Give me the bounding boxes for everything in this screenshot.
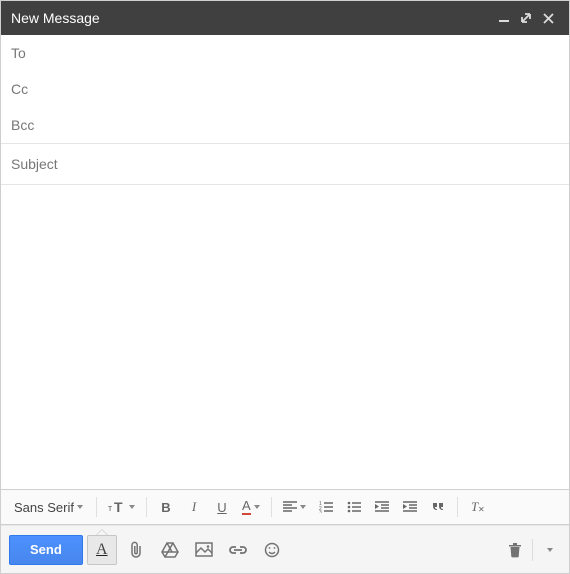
chevron-down-icon bbox=[129, 505, 135, 509]
text-color-icon: A bbox=[242, 499, 251, 515]
svg-text:т: т bbox=[108, 503, 112, 513]
insert-photo-button[interactable] bbox=[189, 535, 219, 565]
separator bbox=[532, 539, 533, 561]
cc-field-row[interactable]: Cc bbox=[1, 71, 569, 107]
indent-more-icon bbox=[403, 501, 417, 513]
insert-drive-button[interactable] bbox=[155, 535, 185, 565]
subject-row bbox=[1, 144, 569, 184]
numbered-list-button[interactable]: 123 bbox=[313, 494, 339, 520]
separator bbox=[96, 497, 97, 517]
quote-button[interactable] bbox=[425, 494, 451, 520]
chevron-down-icon bbox=[547, 548, 553, 552]
font-family-select[interactable]: Sans Serif bbox=[7, 494, 90, 520]
remove-formatting-button[interactable]: T✕ bbox=[464, 494, 490, 520]
action-bar: Send A bbox=[1, 525, 569, 573]
numbered-list-icon: 123 bbox=[319, 501, 333, 513]
svg-text:T: T bbox=[114, 500, 123, 514]
chevron-down-icon bbox=[300, 505, 306, 509]
separator bbox=[146, 497, 147, 517]
text-color-button[interactable]: A bbox=[237, 494, 265, 520]
underline-button[interactable]: U bbox=[209, 494, 235, 520]
font-family-label: Sans Serif bbox=[14, 500, 74, 515]
to-field-row[interactable]: To bbox=[1, 35, 569, 71]
chevron-down-icon bbox=[77, 505, 83, 509]
drive-icon bbox=[161, 542, 179, 558]
to-label: To bbox=[11, 45, 26, 61]
discard-draft-button[interactable] bbox=[500, 535, 530, 565]
formatting-toggle-button[interactable]: A bbox=[87, 535, 117, 565]
separator bbox=[271, 497, 272, 517]
cc-label: Cc bbox=[11, 81, 28, 97]
separator bbox=[457, 497, 458, 517]
quote-icon bbox=[431, 501, 445, 513]
bold-button[interactable]: B bbox=[153, 494, 179, 520]
remove-formatting-icon: T✕ bbox=[469, 500, 485, 514]
attach-file-button[interactable] bbox=[121, 535, 151, 565]
indent-less-icon bbox=[375, 501, 389, 513]
recipient-fields: To Cc Bcc bbox=[1, 35, 569, 185]
bulleted-list-button[interactable] bbox=[341, 494, 367, 520]
font-size-icon: тT bbox=[108, 500, 126, 514]
align-button[interactable] bbox=[278, 494, 311, 520]
more-options-button[interactable] bbox=[539, 535, 561, 565]
compose-header: New Message bbox=[1, 1, 569, 35]
svg-text:✕: ✕ bbox=[478, 505, 485, 514]
font-size-select[interactable]: тT bbox=[103, 494, 140, 520]
format-toolbar: Sans Serif тT B I U A 123 bbox=[1, 489, 569, 525]
bcc-field-row[interactable]: Bcc bbox=[1, 107, 569, 143]
indent-less-button[interactable] bbox=[369, 494, 395, 520]
body-editor[interactable] bbox=[9, 191, 561, 483]
compose-window: New Message To Cc Bcc Sans S bbox=[0, 0, 570, 574]
italic-button[interactable]: I bbox=[181, 494, 207, 520]
close-icon[interactable] bbox=[537, 13, 559, 24]
insert-link-button[interactable] bbox=[223, 535, 253, 565]
emoji-icon bbox=[264, 542, 280, 558]
link-icon bbox=[228, 544, 248, 556]
indent-more-button[interactable] bbox=[397, 494, 423, 520]
send-button[interactable]: Send bbox=[9, 535, 83, 565]
trash-icon bbox=[508, 542, 522, 558]
minimize-icon[interactable] bbox=[493, 13, 515, 23]
subject-input[interactable] bbox=[11, 156, 559, 172]
bcc-label: Bcc bbox=[11, 117, 34, 133]
compose-title: New Message bbox=[11, 10, 493, 26]
svg-text:3: 3 bbox=[319, 510, 322, 513]
body-area bbox=[1, 185, 569, 489]
bulleted-list-icon bbox=[347, 501, 361, 513]
popout-icon[interactable] bbox=[515, 12, 537, 24]
chevron-down-icon bbox=[254, 505, 260, 509]
paperclip-icon bbox=[128, 541, 144, 559]
align-left-icon bbox=[283, 501, 297, 513]
insert-emoji-button[interactable] bbox=[257, 535, 287, 565]
formatting-toggle-icon: A bbox=[96, 541, 108, 559]
image-icon bbox=[195, 542, 213, 558]
